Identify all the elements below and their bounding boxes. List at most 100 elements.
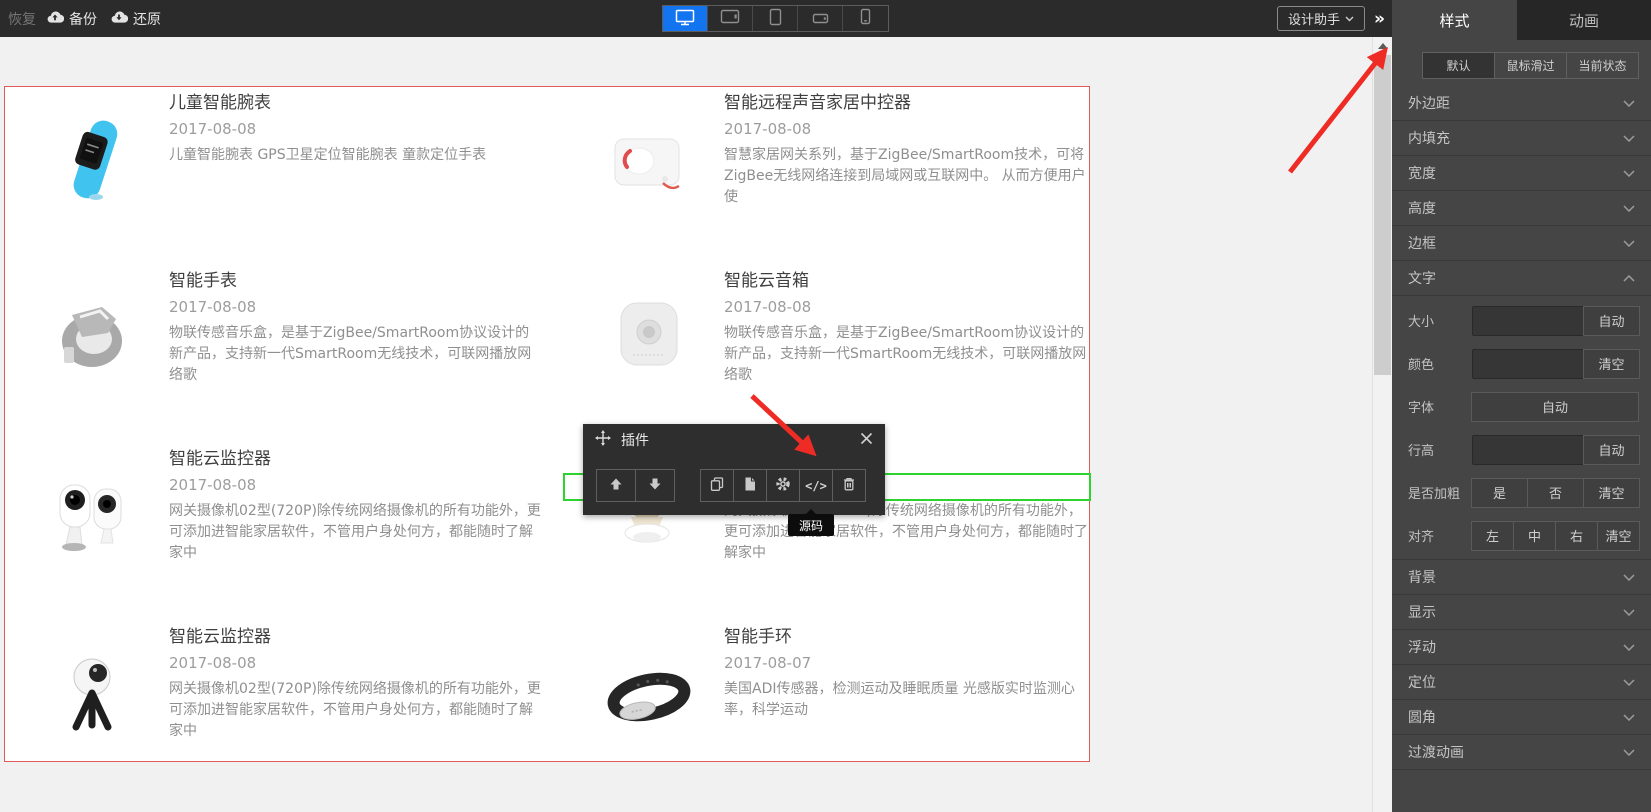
arrow-down-icon <box>647 476 663 496</box>
device-phone-landscape-button[interactable] <box>798 6 843 31</box>
design-assistant-label: 设计助手 <box>1287 13 1340 28</box>
product-item[interactable]: 智能远程声音家居中控器 2017-08-08 智慧家居网关系列，基于ZigBee… <box>724 93 1089 208</box>
align-left-button[interactable]: 左 <box>1471 520 1514 551</box>
revert-button[interactable]: 还原 <box>110 0 161 37</box>
tab-animation-label: 动画 <box>1568 11 1599 30</box>
align-center-button[interactable]: 中 <box>1513 520 1556 551</box>
align-clear-button[interactable]: 清空 <box>1597 520 1640 551</box>
backup-label: 备份 <box>69 11 97 28</box>
product-image-dual-camera[interactable] <box>46 473 142 557</box>
align-right-button[interactable]: 右 <box>1555 520 1598 551</box>
plugin-toolbar[interactable]: 插件 </> <box>583 424 885 515</box>
close-icon[interactable] <box>860 432 873 449</box>
paste-button[interactable] <box>733 469 767 502</box>
product-desc: 物联传感音乐盒，是基于ZigBee/SmartRoom协议设计的新产品，支持新一… <box>169 325 532 383</box>
tooltip-label: 源码 <box>798 518 823 533</box>
source-code-button[interactable]: </> <box>799 469 833 502</box>
product-item[interactable]: 智能云监控器 2017-08-08 网关摄像机02型(720P)除传统网络摄像机… <box>169 627 541 742</box>
product-desc: 网关摄像机02型(720P)除传统网络摄像机的所有功能外，更可添加进智能家居软件… <box>169 681 541 739</box>
tablet-landscape-icon <box>720 9 740 28</box>
section-background-label: 背景 <box>1408 570 1436 586</box>
clear-label: 清空 <box>1598 358 1625 373</box>
line-height-auto-button[interactable]: 自动 <box>1583 434 1640 465</box>
tab-style-label: 样式 <box>1439 11 1470 30</box>
line-height-input[interactable] <box>1472 434 1584 465</box>
section-radius[interactable]: 圆角 <box>1392 700 1651 735</box>
product-title: 智能远程声音家居中控器 <box>724 93 911 113</box>
section-position[interactable]: 定位 <box>1392 665 1651 700</box>
chevron-down-icon <box>1623 95 1635 111</box>
section-text[interactable]: 文字 <box>1392 261 1651 296</box>
font-size-input[interactable] <box>1472 305 1584 336</box>
copy-button[interactable] <box>700 469 734 502</box>
device-phone-portrait-button[interactable] <box>843 6 888 31</box>
product-date: 2017-08-08 <box>169 654 257 672</box>
product-image-speaker[interactable] <box>601 295 697 379</box>
product-item[interactable]: 儿童智能腕表 2017-08-08 儿童智能腕表 GPS卫星定位智能腕表 童款定… <box>169 93 541 166</box>
move-down-button[interactable] <box>635 469 675 502</box>
arrow-up-icon <box>608 476 624 496</box>
copy-icon <box>709 476 725 496</box>
section-float[interactable]: 浮动 <box>1392 630 1651 665</box>
font-family-auto-button[interactable]: 自动 <box>1471 391 1639 422</box>
align-label: 对齐 <box>1408 530 1435 545</box>
section-background[interactable]: 背景 <box>1392 560 1651 595</box>
tab-animation[interactable]: 动画 <box>1517 0 1651 40</box>
product-image-gateway[interactable] <box>601 121 697 205</box>
product-image-kids-watch[interactable] <box>46 117 142 201</box>
product-item[interactable]: 智能云音箱 2017-08-08 物联传感音乐盒，是基于ZigBee/Smart… <box>724 271 1089 386</box>
plugin-toolbar-title: 插件 <box>621 433 649 449</box>
product-item[interactable]: 智能手环 2017-08-07 美国ADI传感器，检测运动及睡眠质量 光感版实时… <box>724 627 1089 721</box>
product-image-fitness-band[interactable] <box>601 651 697 735</box>
device-desktop-button[interactable] <box>663 6 708 31</box>
section-border[interactable]: 边框 <box>1392 226 1651 261</box>
move-up-button[interactable] <box>596 469 636 502</box>
section-height[interactable]: 高度 <box>1392 191 1651 226</box>
auto-label: 自动 <box>1598 444 1625 459</box>
product-item[interactable]: 智能手表 2017-08-08 物联传感音乐盒，是基于ZigBee/SmartR… <box>169 271 541 386</box>
editor-window: 恢复 备份 还原 设计助手 » 儿童智能腕表 2017-08-08 儿童智能腕表… <box>0 0 1651 812</box>
design-canvas[interactable]: 儿童智能腕表 2017-08-08 儿童智能腕表 GPS卫星定位智能腕表 童款定… <box>0 37 1372 812</box>
source-code-tooltip: 源码 <box>788 509 834 536</box>
font-color-input[interactable] <box>1472 348 1584 379</box>
move-icon[interactable] <box>595 430 611 450</box>
bold-yes-button[interactable]: 是 <box>1471 477 1528 508</box>
panel-tabs: 样式 动画 <box>1392 0 1651 40</box>
section-margin[interactable]: 外边距 <box>1392 86 1651 121</box>
product-image-smart-watch[interactable] <box>46 295 142 379</box>
product-image-ball-camera[interactable] <box>46 651 142 735</box>
section-width[interactable]: 宽度 <box>1392 156 1651 191</box>
tab-style[interactable]: 样式 <box>1392 0 1517 40</box>
chevron-down-icon <box>1623 744 1635 760</box>
font-size-auto-button[interactable]: 自动 <box>1583 305 1640 336</box>
device-preview-switcher <box>662 5 889 32</box>
bold-clear-button[interactable]: 清空 <box>1583 477 1640 508</box>
scrollbar-thumb[interactable] <box>1374 55 1391 375</box>
state-tab-current[interactable]: 当前状态 <box>1566 52 1639 79</box>
scrollbar-up-arrow[interactable] <box>1373 37 1393 54</box>
backup-button[interactable]: 备份 <box>46 0 97 37</box>
state-tab-hover[interactable]: 鼠标滑过 <box>1494 52 1567 79</box>
state-tab-default[interactable]: 默认 <box>1422 52 1495 79</box>
device-tablet-portrait-button[interactable] <box>753 6 798 31</box>
state-current-label: 当前状态 <box>1578 59 1627 73</box>
product-date: 2017-08-08 <box>169 476 257 494</box>
section-margin-label: 外边距 <box>1408 96 1450 112</box>
design-assistant-button[interactable]: 设计助手 <box>1277 6 1365 31</box>
section-transition[interactable]: 过渡动画 <box>1392 735 1651 770</box>
section-display[interactable]: 显示 <box>1392 595 1651 630</box>
product-title: 智能手环 <box>724 627 792 647</box>
settings-button[interactable] <box>766 469 800 502</box>
device-tablet-landscape-button[interactable] <box>708 6 753 31</box>
restore-button[interactable]: 恢复 <box>8 0 36 37</box>
canvas-scrollbar[interactable] <box>1372 37 1392 812</box>
no-label: 否 <box>1548 487 1562 502</box>
bold-no-button[interactable]: 否 <box>1527 477 1584 508</box>
section-padding[interactable]: 内填充 <box>1392 121 1651 156</box>
product-list-module[interactable]: 儿童智能腕表 2017-08-08 儿童智能腕表 GPS卫星定位智能腕表 童款定… <box>4 86 1090 762</box>
font-color-clear-button[interactable]: 清空 <box>1583 348 1640 379</box>
product-item[interactable]: 智能云监控器 2017-08-08 网关摄像机02型(720P)除传统网络摄像机… <box>169 449 541 564</box>
collapse-panel-button[interactable]: » <box>1374 0 1385 37</box>
delete-button[interactable] <box>832 469 866 502</box>
chevron-down-icon <box>1623 709 1635 725</box>
